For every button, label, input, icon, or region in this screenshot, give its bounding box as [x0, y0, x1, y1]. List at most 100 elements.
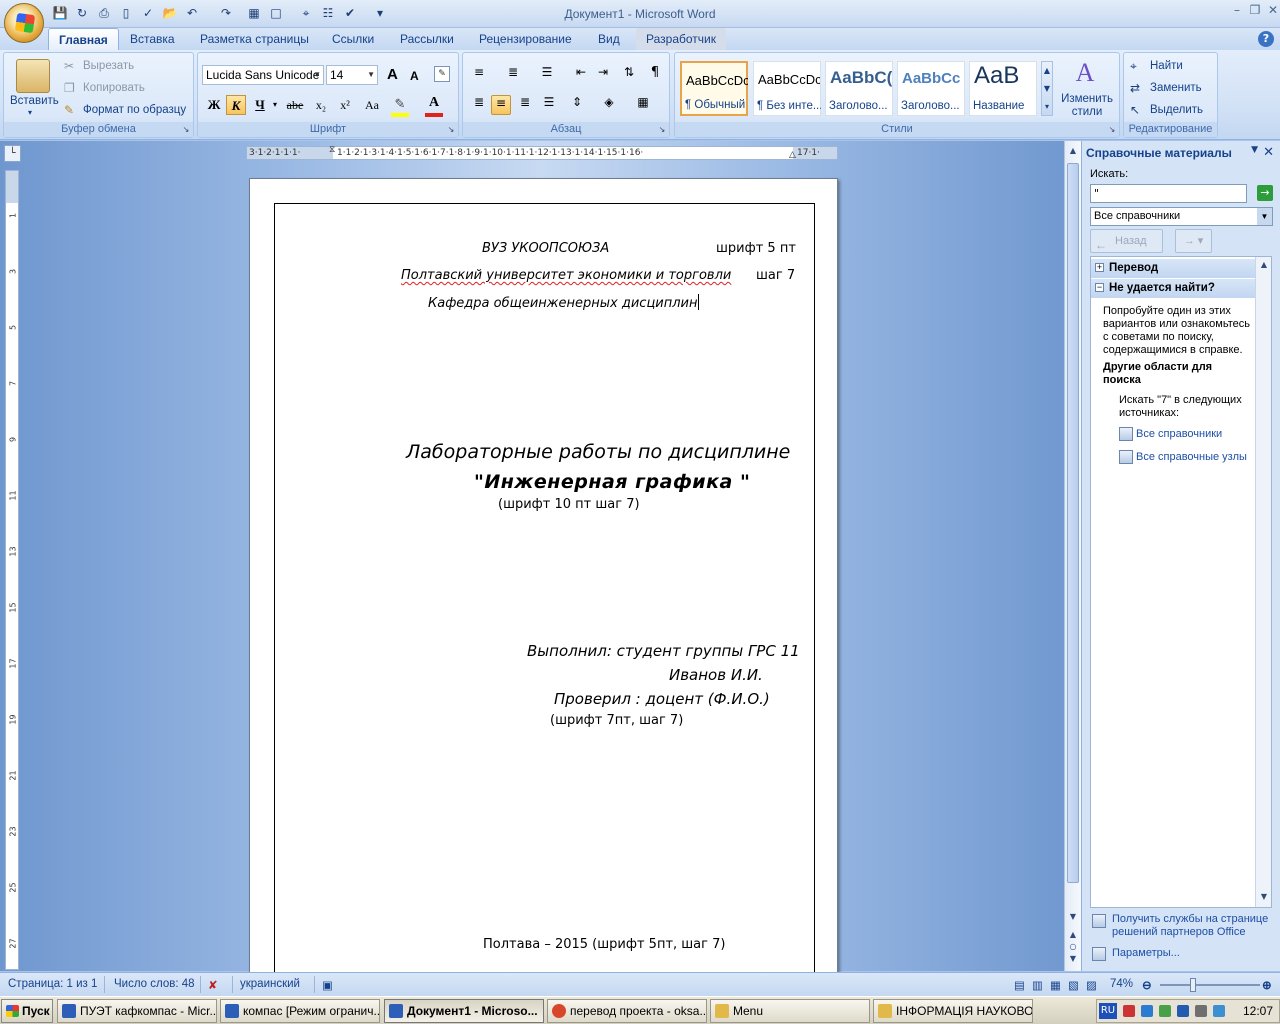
office-button[interactable]: [4, 3, 44, 43]
refresh-icon[interactable]: ↻: [74, 5, 90, 21]
tab-view[interactable]: Вид: [588, 28, 630, 50]
results-scrollbar[interactable]: ▲ ▼: [1255, 257, 1271, 907]
document-scrollbar[interactable]: ▲ ▼ ▲ ○ ▼: [1064, 141, 1081, 971]
customize-toolbar-icon[interactable]: ▾: [372, 5, 388, 21]
clock[interactable]: 12:07: [1243, 1004, 1273, 1018]
print-icon[interactable]: ⎙: [96, 5, 112, 21]
all-reference-sites-link[interactable]: Все справочные узлы: [1136, 451, 1247, 463]
browse-object-icon[interactable]: ○: [1067, 941, 1079, 953]
close-icon[interactable]: ✕: [1263, 145, 1274, 160]
grow-font-button[interactable]: A: [387, 66, 398, 83]
all-references-link[interactable]: Все справочники: [1136, 428, 1222, 440]
tab-references[interactable]: Ссылки: [322, 28, 384, 50]
font-size-combo[interactable]: 14 ▼: [326, 65, 378, 85]
word-count[interactable]: Число слов: 48: [114, 978, 195, 990]
next-page-icon[interactable]: ▼: [1067, 953, 1079, 965]
change-styles-button[interactable]: Изменить стили: [1061, 93, 1113, 119]
subscript-button[interactable]: x₂: [310, 95, 332, 115]
style-no-spacing[interactable]: AaBbCcDc ¶ Без инте...: [753, 61, 821, 116]
multilevel-list-icon[interactable]: ☰: [537, 65, 557, 85]
bullets-icon[interactable]: ≡: [469, 65, 489, 85]
format-painter-button[interactable]: Формат по образцу: [83, 104, 186, 116]
copy-button[interactable]: Копировать: [83, 82, 145, 94]
underline-button[interactable]: Ч: [250, 95, 270, 115]
taskbar-item-active[interactable]: Документ1 - Microso...: [384, 999, 544, 1023]
doc-title-line-1[interactable]: Лабораторные работы по дисциплине: [406, 441, 790, 463]
clipboard-launcher-icon[interactable]: ↘: [181, 125, 191, 135]
numbering-icon[interactable]: ≣: [503, 65, 523, 85]
new-document-icon[interactable]: ▯: [118, 5, 134, 21]
start-button[interactable]: Пуск: [1, 999, 53, 1023]
font-color-icon[interactable]: A: [426, 95, 442, 111]
undo-icon[interactable]: ↶: [184, 5, 200, 21]
doc-department[interactable]: Кафедра общеинженерных дисциплин: [428, 294, 699, 311]
research-icon[interactable]: ☷: [320, 5, 336, 21]
indent-marker-icon[interactable]: ⧖: [329, 145, 335, 155]
language-indicator[interactable]: украинский: [240, 978, 300, 990]
spelling-icon[interactable]: ✓: [140, 5, 156, 21]
decrease-indent-icon[interactable]: ⇤: [571, 65, 591, 85]
style-heading-1[interactable]: AaBbC( Заголово...: [825, 61, 893, 116]
tab-selector-icon[interactable]: └: [4, 145, 21, 162]
shrink-font-button[interactable]: A: [410, 69, 419, 83]
search-input[interactable]: ": [1090, 184, 1247, 203]
antivirus-icon[interactable]: [1123, 1005, 1135, 1017]
start-search-icon[interactable]: →: [1257, 185, 1273, 201]
save-icon[interactable]: 💾: [52, 5, 68, 21]
language-indicator-tray[interactable]: RU: [1099, 1003, 1117, 1019]
doc-performed-by[interactable]: Выполнил: студент группы ГРС 11: [527, 642, 800, 660]
styles-launcher-icon[interactable]: ↘: [1107, 125, 1117, 135]
spellcheck-abc-icon[interactable]: ✔: [342, 5, 358, 21]
replace-button[interactable]: Заменить: [1150, 82, 1202, 94]
tab-page-layout[interactable]: Разметка страницы: [190, 28, 319, 50]
scroll-up-icon[interactable]: ▲: [1067, 145, 1079, 157]
document-page[interactable]: ВУЗ УКООПСОЮЗА шрифт 5 пт Полтавский уни…: [249, 178, 838, 979]
align-right-icon[interactable]: ≣: [515, 95, 535, 115]
change-styles-icon[interactable]: A: [1071, 59, 1099, 87]
taskbar-item[interactable]: компас [Режим огранич...: [220, 999, 380, 1023]
taskbar-item[interactable]: перевод проекта - oksa...: [547, 999, 707, 1023]
partner-services-link[interactable]: Получить службы на странице решений парт…: [1112, 913, 1274, 939]
task-pane-menu-icon[interactable]: ▼: [1251, 145, 1258, 155]
font-launcher-icon[interactable]: ↘: [446, 125, 456, 135]
borders-icon[interactable]: □: [268, 5, 284, 21]
open-folder-icon[interactable]: 📂: [162, 5, 178, 21]
section-translate[interactable]: + Перевод: [1091, 259, 1255, 278]
taskbar-item[interactable]: ПУЭТ кафкомпас - Micr...: [57, 999, 217, 1023]
select-button[interactable]: Выделить: [1150, 104, 1203, 116]
increase-indent-icon[interactable]: ⇥: [593, 65, 613, 85]
italic-button[interactable]: К: [226, 95, 246, 115]
updates-icon[interactable]: [1213, 1005, 1225, 1017]
horizontal-ruler[interactable]: 3·1·2·1·1·1· 1·1·2·1·3·1·4·1·5·1·6·1·7·1…: [246, 145, 838, 160]
reference-source-select[interactable]: Все справочники ▼: [1090, 207, 1273, 226]
justify-icon[interactable]: ☰: [539, 95, 559, 115]
shading-icon[interactable]: ◈: [599, 95, 619, 115]
scroll-down-icon[interactable]: ▼: [1067, 911, 1079, 923]
zoom-level[interactable]: 74%: [1110, 978, 1133, 990]
tab-mailings[interactable]: Рассылки: [390, 28, 464, 50]
style-normal[interactable]: AaBbCcDc ¶ Обычный: [680, 61, 748, 116]
doc-student-name[interactable]: Иванов И.И.: [669, 666, 763, 684]
doc-title-note[interactable]: (шрифт 10 пт шаг 7): [498, 497, 640, 512]
show-marks-icon[interactable]: ¶: [645, 65, 665, 85]
style-heading-2[interactable]: AaBbCc Заголово...: [897, 61, 965, 116]
network-icon[interactable]: [1141, 1005, 1153, 1017]
prev-page-icon[interactable]: ▲: [1067, 929, 1079, 941]
forward-button[interactable]: → ▾: [1175, 229, 1212, 253]
paste-button[interactable]: Вставить: [10, 95, 59, 107]
section-not-found[interactable]: − Не удается найти?: [1091, 279, 1255, 298]
scroll-down-icon[interactable]: ▼: [1258, 891, 1270, 903]
clear-formatting-icon[interactable]: ✎: [434, 66, 450, 82]
line-spacing-icon[interactable]: ⇕: [567, 95, 587, 115]
tab-home[interactable]: Главная: [48, 28, 119, 50]
help-icon[interactable]: ?: [1258, 31, 1274, 47]
change-case-button[interactable]: Aa: [358, 95, 386, 115]
zoom-slider[interactable]: [1160, 984, 1260, 986]
highlight-icon[interactable]: ✎: [392, 97, 408, 113]
back-button[interactable]: ← Назад: [1090, 229, 1163, 253]
doc-university-full[interactable]: Полтавский университет экономики и торго…: [401, 268, 731, 283]
doc-title-line-2[interactable]: "Инженерная графика ": [474, 471, 750, 493]
macro-record-icon[interactable]: ▣: [322, 978, 333, 992]
find-binoculars-icon[interactable]: ⌖: [298, 5, 314, 21]
strikethrough-button[interactable]: abe: [282, 95, 308, 115]
